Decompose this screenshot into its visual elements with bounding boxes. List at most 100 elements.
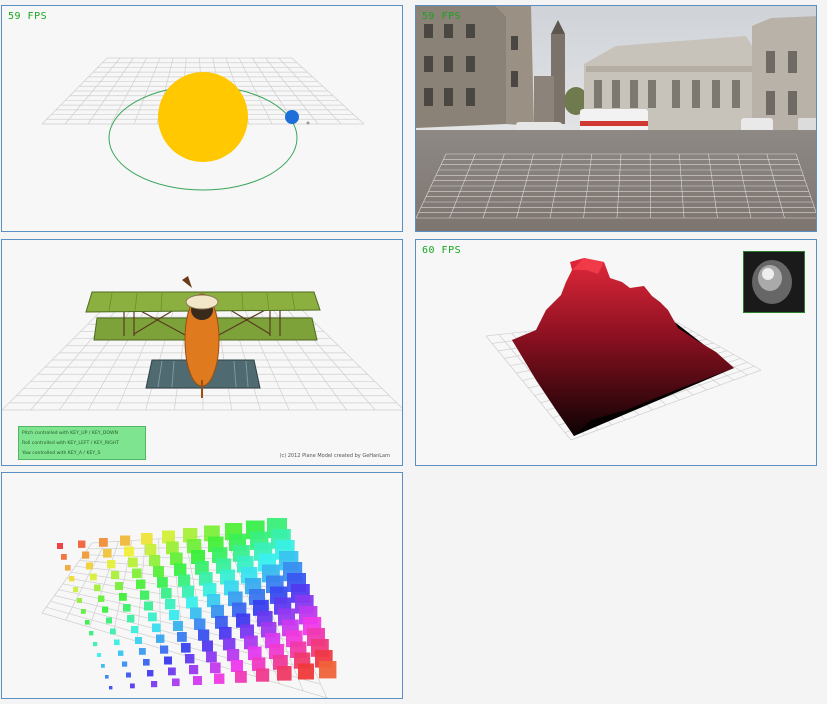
cube [77,598,82,603]
cube [256,668,270,682]
cube [152,623,161,633]
cube [174,563,187,576]
cube [97,653,101,657]
yaw-help: Yaw controlled with KEY_A / KEY_S [22,451,101,456]
cube [170,552,183,566]
cube [177,632,187,642]
controls-help-box: Pitch controlled with KEY_UP / KEY_DOWN … [18,426,146,460]
cube [106,617,112,624]
cube [194,618,206,630]
cube [227,649,240,662]
cube [122,661,128,667]
cube [198,629,210,641]
cube [151,681,158,688]
cube [148,612,157,622]
cube [165,599,176,610]
cube [78,540,86,548]
cube [131,626,139,634]
cube [135,637,142,644]
cube [94,584,101,592]
cube [172,678,180,687]
cube [219,627,232,640]
cube [73,587,79,593]
cube [81,609,86,614]
planet [285,110,299,124]
cube [190,607,202,620]
cube [147,670,154,677]
solar-scene [41,57,365,191]
cube [277,666,292,681]
cube [210,662,221,674]
cube [82,551,90,559]
propeller-hub [185,294,219,310]
cobblestone-ground [416,130,816,231]
cube [61,554,67,560]
cube [168,667,176,676]
fps-counter: 59 FPS [422,11,462,22]
cube [103,549,112,558]
cube [126,672,131,678]
cube [109,686,113,690]
biplane-panel[interactable]: Pitch controlled with KEY_UP / KEY_DOWN … [1,239,403,466]
heightmap-image [744,252,804,312]
cube [140,590,150,600]
cube [156,634,165,643]
cube [127,615,135,623]
cube [235,671,247,683]
cube [215,616,228,629]
cube [193,676,202,685]
cube [157,577,168,588]
cube [141,533,153,545]
cube [132,568,142,579]
cube [298,663,314,680]
cube [90,573,97,581]
cube [223,638,236,651]
pitch-help: Pitch controlled with KEY_UP / KEY_DOWN [22,431,119,436]
cube [86,562,93,570]
cubes-panel[interactable] [1,472,403,699]
cube [89,631,94,636]
cube [178,574,191,587]
cube [85,620,90,625]
cube [206,651,217,663]
cube [153,566,164,577]
terrain-surface [512,258,734,436]
cube [111,571,120,580]
cube [120,535,131,546]
cube [107,560,116,569]
cube [105,675,109,679]
cube [185,654,195,664]
solar-system-panel[interactable]: 59 FPS [1,5,403,232]
sun [158,72,248,162]
moon [306,121,310,125]
cube [173,621,183,631]
cube [169,610,180,621]
cube [118,650,124,656]
cube [164,656,172,665]
cube [102,606,109,613]
model-credit: (c) 2012 Plane Model created by GeHanLam [279,453,390,459]
street-scene [416,6,816,231]
cube [123,604,131,612]
cube [128,557,138,568]
cubes-scene [41,518,337,698]
cube [143,659,150,666]
cube [214,673,225,684]
cube [181,643,191,653]
fps-counter: 59 FPS [8,11,48,22]
cube [136,579,146,589]
cube [166,541,179,555]
cube [202,640,213,652]
cube [124,546,134,557]
roll-help: Roll controlled with KEY_LEFT / KEY_RIGH… [22,441,120,446]
cube [144,601,153,611]
cube [149,555,161,567]
terrain-panel[interactable]: 60 FPS [415,239,817,466]
cube [110,628,116,635]
cube [160,645,169,654]
cube [231,660,243,672]
cube [101,664,105,668]
cube [114,639,120,646]
cube [189,665,199,675]
street-panel[interactable]: 59 FPS [415,5,817,232]
